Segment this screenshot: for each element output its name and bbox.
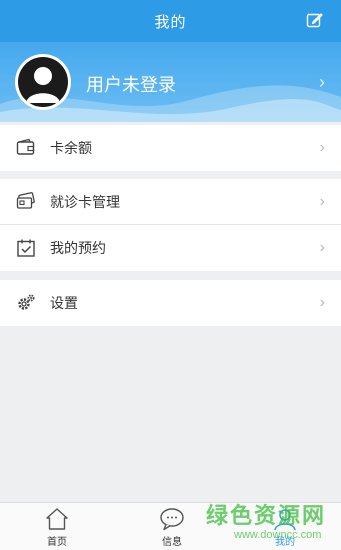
avatar-placeholder xyxy=(18,57,68,107)
chat-bubble-icon xyxy=(159,507,185,531)
cards-icon xyxy=(16,192,36,212)
chevron-right-icon: › xyxy=(319,239,325,256)
mine-screen: 我的 用户未登录 › 卡余额 › 就诊卡管理 › 我的预约 › 设置 › 首页 … xyxy=(0,0,341,550)
tab-mine[interactable]: 我的 xyxy=(255,503,315,550)
gear-icon xyxy=(16,293,36,313)
profile-banner[interactable]: 用户未登录 › xyxy=(0,42,341,122)
user-silhouette-icon xyxy=(26,67,60,103)
home-icon xyxy=(44,507,70,531)
edit-button[interactable] xyxy=(306,12,323,29)
wallet-icon xyxy=(16,138,36,158)
menu-item-card-management[interactable]: 就诊卡管理 › xyxy=(0,179,341,225)
chevron-right-icon: › xyxy=(319,192,325,210)
card-management-section: 就诊卡管理 › 我的预约 › xyxy=(0,179,341,271)
menu-item-settings[interactable]: 设置 › xyxy=(0,280,341,326)
page-title: 我的 xyxy=(154,13,187,31)
chevron-right-icon: › xyxy=(319,294,325,311)
top-nav-bar: 我的 xyxy=(0,0,341,42)
edit-icon xyxy=(306,13,323,28)
menu-item-my-appointments[interactable]: 我的预约 › xyxy=(0,225,341,271)
menu-item-card-balance[interactable]: 卡余额 › xyxy=(0,125,341,171)
person-icon xyxy=(272,507,298,531)
bottom-tab-bar: 首页 信息 我的 xyxy=(0,502,341,550)
menu-item-label: 我的预约 xyxy=(50,240,106,256)
menu-item-label: 设置 xyxy=(50,295,78,311)
settings-section: 设置 › xyxy=(0,280,341,326)
avatar[interactable] xyxy=(15,54,71,110)
menu-item-label: 就诊卡管理 xyxy=(50,193,120,210)
tab-messages[interactable]: 信息 xyxy=(142,503,202,550)
chevron-right-icon: › xyxy=(319,139,325,156)
tab-label: 首页 xyxy=(47,537,67,548)
tab-home[interactable]: 首页 xyxy=(27,503,87,550)
chevron-right-icon: › xyxy=(319,72,325,92)
menu-item-label: 卡余额 xyxy=(50,140,92,156)
tab-label: 信息 xyxy=(162,537,182,548)
balance-section: 卡余额 › xyxy=(0,125,341,171)
calendar-check-icon xyxy=(16,238,36,258)
tab-label: 我的 xyxy=(275,537,295,548)
login-status-label[interactable]: 用户未登录 xyxy=(86,71,176,97)
